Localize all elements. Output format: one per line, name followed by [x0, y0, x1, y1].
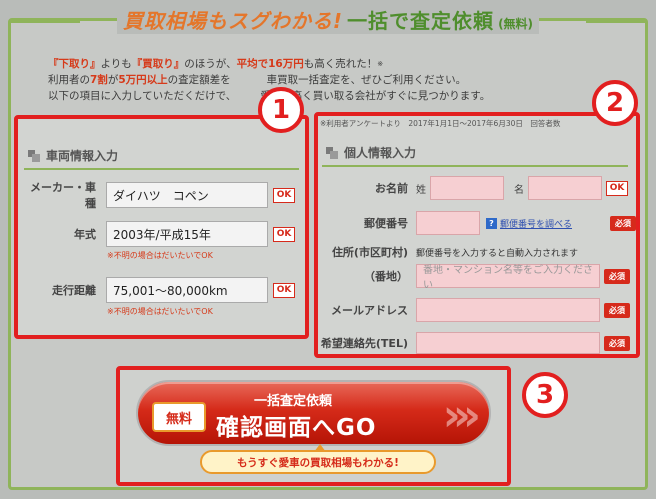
page-title: 買取相場もスグわかる! 一括で査定依頼 (無料): [116, 4, 540, 34]
email-row: メールアドレス 必須: [318, 298, 630, 322]
intro-line-1: 『下取り』よりも『買取り』のほうが、平均で16万円も高く売れた！※: [48, 56, 608, 72]
name-ok-indicator: OK: [606, 180, 628, 196]
step-badge-1: 1: [258, 87, 304, 133]
postal-label: 郵便番号: [364, 217, 408, 230]
intro-yorimo: よりも: [100, 58, 132, 70]
first-name-label: 名: [514, 184, 524, 196]
mileage-select[interactable]: 75,001〜80,000km: [106, 277, 268, 303]
intro-sold-high: も高く売れた！: [303, 58, 378, 70]
title-orange: 買取相場もスグわかる!: [122, 8, 344, 33]
intro-line-3: 以下の項目に入力していただくだけで、 愛車を高く買い取る会社がすぐに見つかります。: [48, 88, 608, 104]
cta-sub-label: 一括査定依頼: [254, 394, 333, 409]
email-required-badge: 必須: [604, 302, 630, 318]
intro-line-2: 利用者の7割が5万円以上の査定額差を 車買取一括査定を、ぜひご利用ください。: [48, 72, 608, 88]
step-badge-3: 3: [522, 372, 568, 418]
intro-kaitori: 『買取り』: [131, 58, 185, 70]
intro-diff: の査定額差を: [167, 74, 231, 86]
mileage-row: 走行距離 75,001〜80,000km OK: [24, 277, 295, 303]
mileage-ok-indicator: OK: [273, 282, 295, 298]
email-label: メールアドレス: [331, 304, 408, 317]
year-note: ※不明の場合はだいたいでOK: [107, 251, 213, 260]
name-row: お名前 姓 名 OK: [318, 176, 628, 200]
chevron-right-icon: ›››: [442, 390, 482, 441]
intro-use: 車買取一括査定を、ぜひご利用ください。: [266, 74, 467, 86]
year-row: 年式 2003年/平成15年 OK: [24, 221, 295, 247]
intro-text: 『下取り』よりも『買取り』のほうが、平均で16万円も高く売れた！※ 利用者の7割…: [48, 56, 608, 104]
email-input[interactable]: [416, 298, 600, 322]
postal-input[interactable]: [416, 211, 480, 235]
intro-shitadori: 『下取り』: [48, 58, 101, 70]
mileage-label: 走行距離: [52, 284, 96, 297]
intro-70pct: 7割: [90, 74, 108, 86]
postal-required-badge: 必須: [610, 215, 637, 231]
cta-panel: 無料 一括査定依頼 確認画面へGO ››› もうすぐ愛車の買取相場もわかる!: [116, 366, 511, 486]
phone-label: 希望連絡先(TEL): [320, 337, 408, 350]
step-badge-2: 2: [592, 80, 638, 126]
cta-tooltip: もうすぐ愛車の買取相場もわかる!: [200, 444, 436, 474]
last-name-input[interactable]: [430, 176, 504, 200]
year-label: 年式: [74, 228, 96, 241]
intro-input: 以下の項目に入力していただくだけで、: [48, 90, 237, 102]
title-green: 一括で査定依頼: [347, 8, 495, 33]
vehicle-panel: 車両情報入力 メーカー・車種 ダイハツ コペン OK 年式 2003年/平成15…: [14, 115, 309, 339]
intro-ga: が: [107, 74, 119, 86]
maker-label: メーカー・車種: [30, 181, 96, 210]
first-name-input[interactable]: [528, 176, 602, 200]
intro-average: 平均で16万円: [236, 58, 304, 70]
survey-note: ※利用者アンケートより 2017年1月1日〜2017年6月30日 回答者数: [320, 119, 561, 128]
section-square-icon: [326, 146, 338, 159]
address-label: 住所(市区町村): [331, 246, 408, 259]
year-ok-indicator: OK: [273, 226, 295, 242]
vehicle-panel-inner: 車両情報入力 メーカー・車種 ダイハツ コペン OK 年式 2003年/平成15…: [24, 129, 299, 329]
street-required-badge: 必須: [604, 268, 630, 284]
maker-row: メーカー・車種 ダイハツ コペン OK: [24, 179, 295, 211]
cta-main-label: 確認画面へGO: [216, 415, 377, 441]
mileage-note: ※不明の場合はだいたいでOK: [107, 307, 213, 316]
maker-ok-indicator: OK: [273, 187, 295, 203]
phone-input[interactable]: [416, 332, 600, 354]
address-note: 郵便番号を入力すると自動入力されます: [416, 248, 579, 259]
header-line-left: [10, 20, 80, 23]
personal-section-title: 個人情報入力: [344, 146, 417, 160]
header: 買取相場もスグわかる! 一括で査定依頼 (無料): [0, 0, 656, 38]
free-badge: 無料: [152, 402, 206, 432]
phone-row: 希望連絡先(TEL) 必須: [318, 332, 630, 354]
maker-select[interactable]: ダイハツ コペン: [106, 182, 268, 208]
street-row: （番地） 番地・マンション名等をご入力ください 必須: [318, 264, 630, 291]
phone-required-badge: 必須: [604, 335, 630, 351]
intro-nohouga: のほうが、: [184, 58, 237, 70]
street-label: （番地）: [364, 270, 408, 283]
last-name-label: 姓: [416, 184, 426, 196]
personal-panel: ※利用者アンケートより 2017年1月1日〜2017年6月30日 回答者数 個人…: [314, 112, 640, 358]
street-input[interactable]: 番地・マンション名等をご入力ください: [416, 264, 600, 291]
vehicle-section-title: 車両情報入力: [46, 149, 119, 163]
intro-users: 利用者の: [48, 74, 90, 86]
postal-lookup-link[interactable]: ? 郵便番号を調べる: [486, 217, 572, 230]
intro-sup: ※: [377, 60, 384, 68]
title-small: (無料): [498, 16, 534, 31]
postal-link-text: 郵便番号を調べる: [500, 219, 573, 230]
intro-50k: 5万円以上: [118, 74, 168, 86]
name-label: お名前: [375, 182, 408, 195]
header-line-right: [586, 20, 646, 23]
vehicle-section-header: 車両情報入力: [24, 147, 299, 170]
confirm-go-button[interactable]: 無料 一括査定依頼 確認画面へGO ›››: [136, 380, 491, 446]
address-row: 住所(市区町村) 郵便番号を入力すると自動入力されます: [318, 244, 578, 260]
personal-section-header: 個人情報入力: [322, 144, 628, 167]
question-icon: ?: [486, 217, 497, 229]
postal-row: 郵便番号 ? 郵便番号を調べる 必須: [318, 211, 637, 235]
year-select[interactable]: 2003年/平成15年: [106, 221, 268, 247]
section-square-icon: [28, 149, 40, 162]
